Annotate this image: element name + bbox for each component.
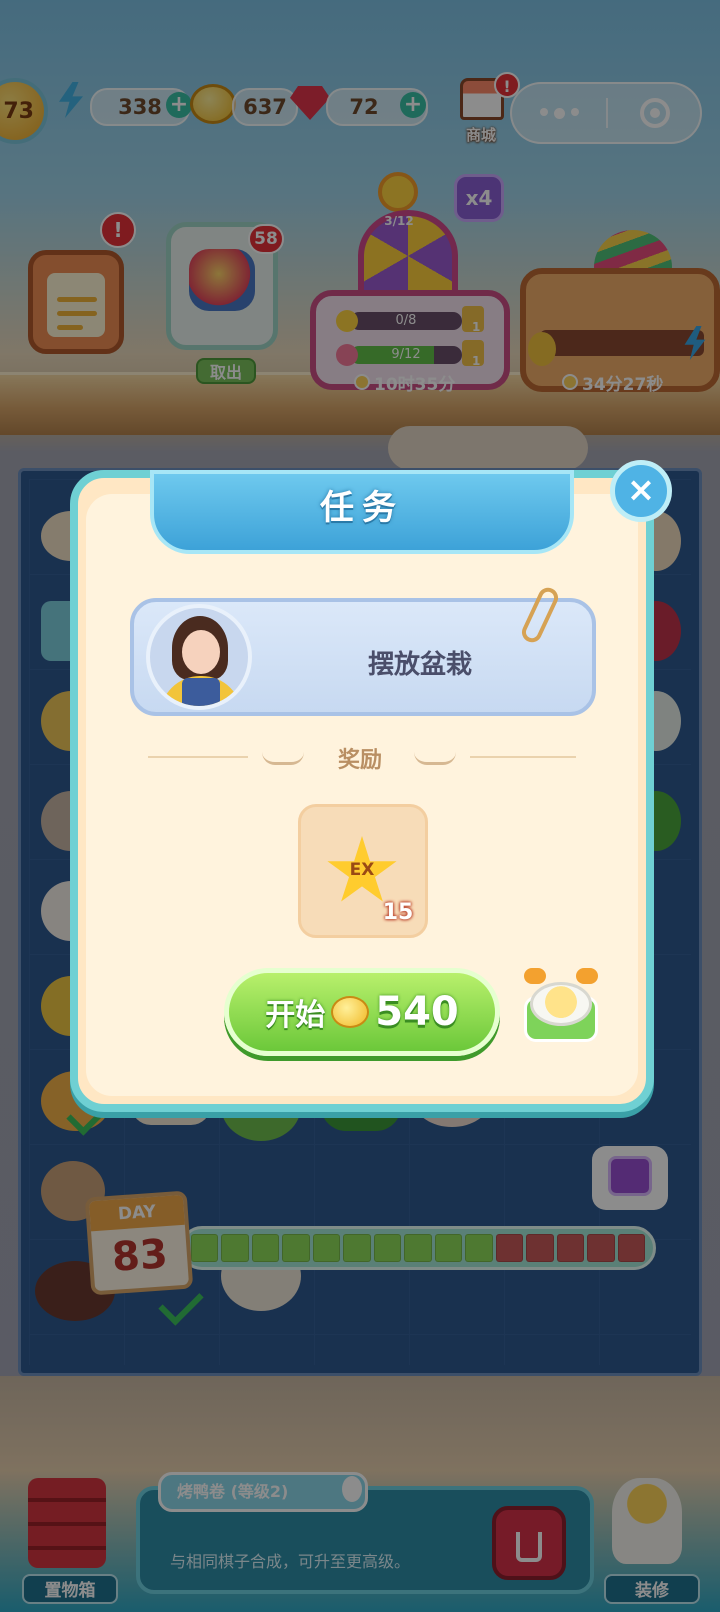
start-cost: 540 (375, 989, 459, 1035)
reward-divider-left (148, 756, 248, 758)
ornament-swirl-left (262, 752, 304, 765)
reward-heading: 奖励 (337, 748, 382, 773)
cooking-pot-icon (520, 968, 602, 1046)
start-task-button[interactable]: 开始 540 (224, 968, 500, 1056)
close-icon: × (626, 470, 656, 510)
pot-handle (576, 968, 598, 984)
ornament-swirl-right (414, 752, 456, 765)
pot-handle (524, 968, 546, 984)
avatar-face (182, 630, 220, 674)
avatar-apron (182, 678, 220, 706)
reward-divider-right (470, 756, 576, 758)
task-dialog-title: 任务 (320, 488, 404, 528)
task-name: 摆放盆栽 (367, 650, 472, 680)
pot-bowl (530, 982, 592, 1026)
coin-icon (331, 996, 370, 1028)
close-dialog-button[interactable]: × (610, 460, 672, 522)
reward-count: 15 (382, 900, 414, 925)
character-avatar (146, 604, 252, 710)
experience-star-label: EX (349, 860, 375, 880)
start-label: 开始 (265, 998, 326, 1033)
